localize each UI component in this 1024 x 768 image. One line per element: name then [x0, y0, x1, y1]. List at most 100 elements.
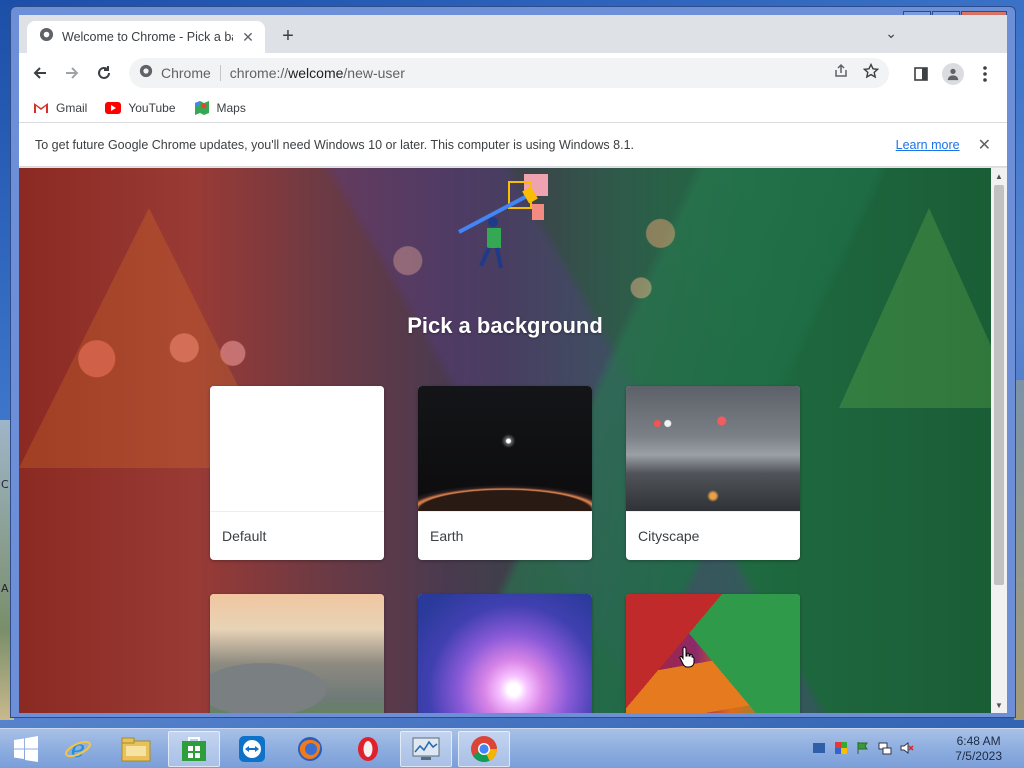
- site-label: Chrome: [161, 65, 211, 81]
- tab-search-icon[interactable]: ⌄: [885, 25, 897, 42]
- omnibox-actions: [833, 62, 880, 84]
- taskbar-firefox[interactable]: [284, 731, 336, 767]
- card-label: Earth: [418, 511, 592, 560]
- network-icon[interactable]: [878, 741, 892, 755]
- firefox-icon: [298, 737, 322, 761]
- background-shape: [839, 208, 991, 408]
- back-button[interactable]: [29, 62, 51, 84]
- scroll-thumb[interactable]: [994, 185, 1004, 585]
- performance-monitor-icon: [412, 737, 440, 760]
- share-icon[interactable]: [833, 63, 849, 84]
- gmail-icon: [34, 102, 48, 113]
- bookmark-label: YouTube: [128, 100, 176, 115]
- desktop-glyph: C: [1, 478, 9, 491]
- store-icon: [182, 737, 206, 761]
- background-card-earth[interactable]: Earth: [418, 386, 592, 560]
- maps-icon: [194, 100, 209, 115]
- action-center-flag-icon[interactable]: [856, 741, 870, 755]
- profile-button[interactable]: [941, 62, 965, 86]
- background-card-galaxy[interactable]: [418, 594, 592, 713]
- card-label: Default: [210, 511, 384, 560]
- taskbar-store[interactable]: [168, 731, 220, 767]
- bookmark-gmail[interactable]: Gmail: [33, 101, 87, 115]
- taskbar: e 6:48 AM 7/5/2023: [0, 728, 1024, 768]
- taskbar-teamviewer[interactable]: [226, 731, 278, 767]
- url-text: chrome://welcome/new-user: [230, 65, 833, 81]
- tab-strip: Welcome to Chrome - Pick a background ✕ …: [19, 15, 1007, 53]
- background-card-geometric[interactable]: [626, 594, 800, 713]
- chrome-icon: [471, 736, 498, 762]
- teamviewer-icon: [239, 736, 265, 762]
- reload-button[interactable]: [93, 62, 115, 84]
- page-title: Pick a background: [407, 313, 603, 338]
- close-infobar-icon[interactable]: ✕: [978, 135, 991, 155]
- background-thumbnail: [418, 594, 592, 713]
- welcome-page: Pick a background Default Earth Cityscap…: [19, 168, 991, 713]
- avatar: [942, 63, 964, 85]
- bookmark-maps[interactable]: Maps: [194, 100, 246, 116]
- bookmarks-bar: Gmail YouTube Maps: [19, 93, 1007, 123]
- taskbar-clock[interactable]: 6:48 AM 7/5/2023: [955, 734, 1002, 764]
- menu-button[interactable]: [973, 62, 997, 86]
- new-tab-button[interactable]: +: [277, 25, 299, 48]
- site-info-icon[interactable]: [139, 64, 153, 83]
- desktop-glyph: A: [1, 582, 9, 595]
- system-tray: [812, 741, 914, 755]
- background-thumbnail: [418, 386, 592, 511]
- taskbar-opera[interactable]: [342, 731, 394, 767]
- ie-icon: e: [65, 735, 91, 763]
- toolbar: Chrome chrome://welcome/new-user: [19, 53, 1007, 93]
- tab-title: Welcome to Chrome - Pick a background: [62, 30, 233, 44]
- taskbar-chrome[interactable]: [458, 731, 510, 767]
- painter-illustration-icon: [458, 174, 548, 269]
- bookmark-youtube[interactable]: YouTube: [105, 100, 176, 115]
- svg-text:e: e: [71, 735, 85, 763]
- person-icon: [947, 68, 959, 81]
- background-card-cityscape[interactable]: Cityscape: [626, 386, 800, 560]
- forward-button[interactable]: [61, 62, 83, 84]
- omnibox-divider: [219, 65, 221, 81]
- background-card-default[interactable]: Default: [210, 386, 384, 560]
- background-card-landscape[interactable]: [210, 594, 384, 713]
- reload-icon: [98, 66, 110, 79]
- kebab-menu-icon: [983, 66, 987, 82]
- learn-more-link[interactable]: Learn more: [896, 138, 960, 152]
- side-panel-button[interactable]: [909, 62, 933, 86]
- opera-icon: [358, 737, 378, 761]
- start-button[interactable]: [0, 731, 52, 767]
- page-scrollbar[interactable]: ▲ ▼: [991, 168, 1007, 713]
- start-icon: [14, 736, 38, 762]
- card-label: Cityscape: [626, 511, 800, 560]
- address-bar[interactable]: Chrome chrome://welcome/new-user: [129, 58, 889, 88]
- clock-date: 7/5/2023: [955, 749, 1002, 763]
- volume-muted-icon[interactable]: [900, 741, 914, 755]
- background-thumbnail: [626, 386, 800, 511]
- background-thumbnail: [210, 386, 384, 511]
- infobar-message: To get future Google Chrome updates, you…: [35, 137, 634, 152]
- background-thumbnail: [210, 594, 384, 713]
- forward-arrow-icon: [66, 67, 79, 79]
- background-thumbnail: [626, 594, 800, 713]
- security-icon[interactable]: [834, 741, 848, 755]
- bookmark-label: Maps: [216, 100, 246, 115]
- show-desktop-icon[interactable]: [812, 741, 826, 755]
- scroll-up-icon[interactable]: ▲: [991, 168, 1007, 184]
- taskbar-performance-monitor[interactable]: [400, 731, 452, 767]
- bookmark-label: Gmail: [56, 100, 88, 115]
- url-host: welcome: [288, 65, 344, 81]
- scroll-down-icon[interactable]: ▼: [991, 697, 1007, 713]
- url-scheme: chrome://: [229, 65, 289, 81]
- close-tab-icon[interactable]: ✕: [241, 29, 255, 46]
- tab-welcome[interactable]: Welcome to Chrome - Pick a background ✕: [27, 21, 265, 53]
- browser-content: Welcome to Chrome - Pick a background ✕ …: [19, 15, 1007, 713]
- taskbar-ie[interactable]: e: [52, 731, 104, 767]
- chrome-window: — ▣ ✕ Welcome to Chrome - Pick a backgro…: [10, 6, 1016, 718]
- file-explorer-icon: [121, 737, 151, 762]
- update-infobar: To get future Google Chrome updates, you…: [19, 123, 1007, 167]
- hand-cursor-icon: [679, 646, 695, 668]
- clock-time: 6:48 AM: [956, 734, 1001, 748]
- back-arrow-icon: [33, 67, 46, 79]
- side-panel-icon: [914, 67, 928, 81]
- bookmark-star-icon[interactable]: [862, 62, 880, 84]
- taskbar-file-explorer[interactable]: [110, 731, 162, 767]
